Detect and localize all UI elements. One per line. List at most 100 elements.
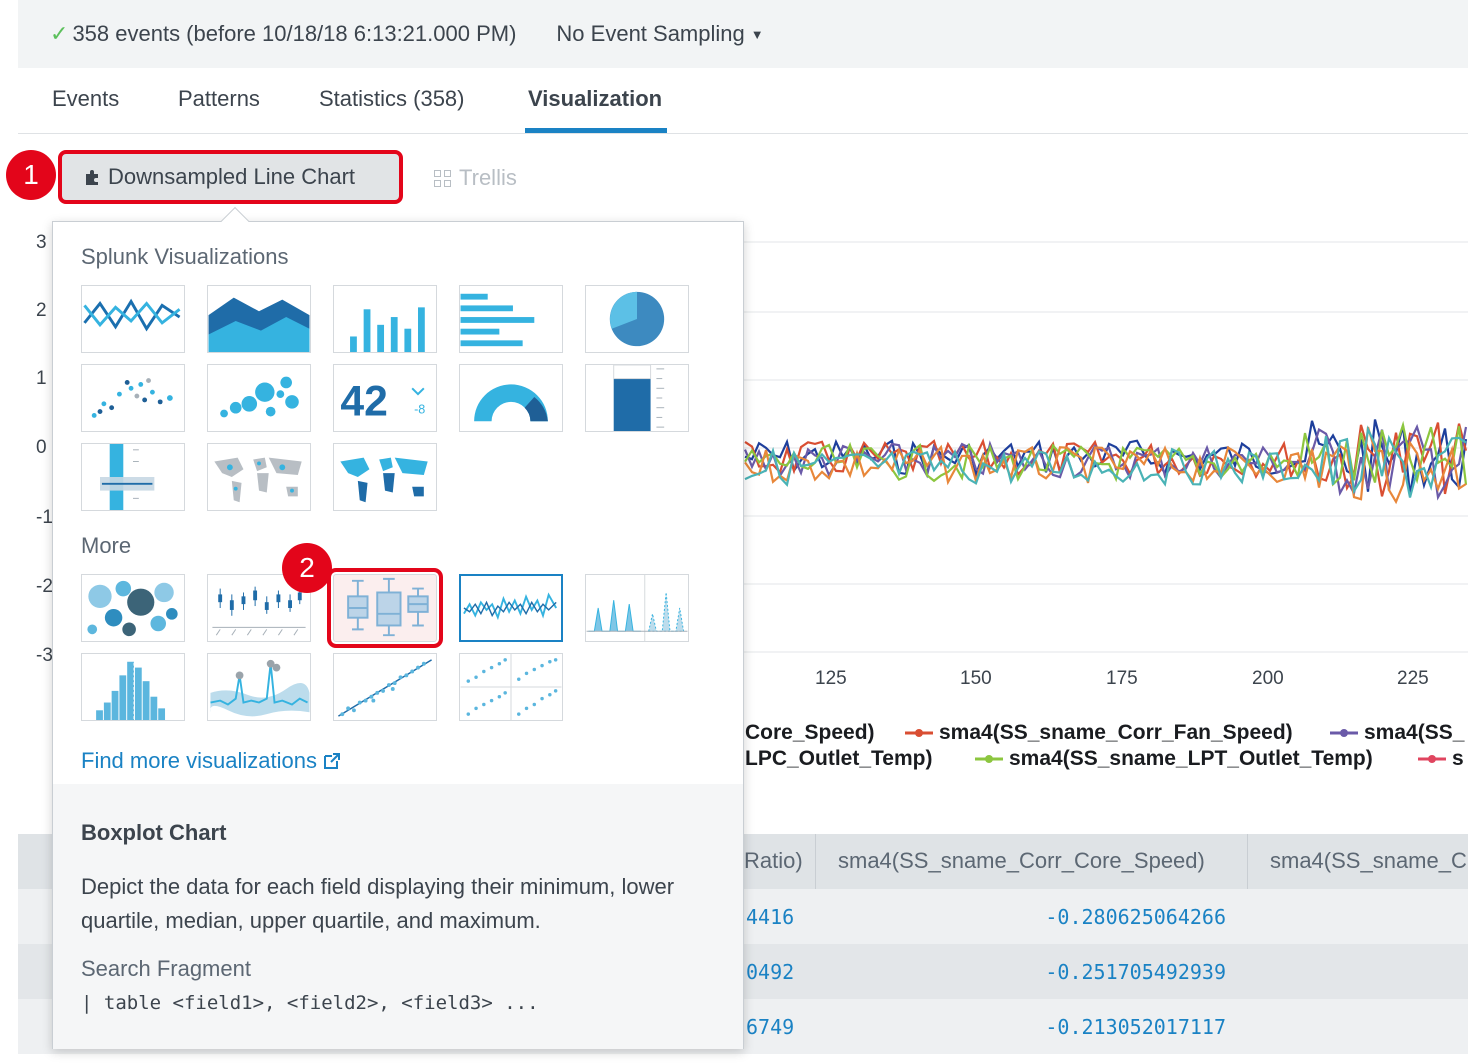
popover-arrow <box>220 206 250 236</box>
status-bar: ✓ 358 events (before 10/18/18 6:13:21.00… <box>18 0 1468 68</box>
cluster-map-tile[interactable] <box>207 443 311 511</box>
scatter-chart-tile[interactable] <box>81 364 185 432</box>
x-tick-label: 175 <box>1106 668 1138 689</box>
legend-item[interactable]: Core_Speed) <box>745 721 875 745</box>
marker-gauge-tile[interactable] <box>81 443 185 511</box>
visualization-picker-popover: Splunk Visualizations 42 -8 More Find mo… <box>52 206 744 1049</box>
tab-events[interactable]: Events <box>52 86 119 112</box>
legend-item[interactable]: sma4(SS_sname_LPT_Outlet_Temp) <box>975 747 1373 771</box>
histogram-chart-tile[interactable] <box>81 653 185 721</box>
section-title-splunk: Splunk Visualizations <box>81 244 289 269</box>
cluster-map-icon <box>214 457 302 503</box>
results-tabs: Events Patterns Statistics (358) Visuali… <box>18 68 1468 134</box>
y-tick-label: -1 <box>36 507 53 528</box>
legend-item[interactable]: sma4(SS_ <box>1330 721 1464 745</box>
event-count: 358 events (before 10/18/18 6:13:21.000 … <box>72 21 517 46</box>
legend-label: Core_Speed) <box>745 721 875 744</box>
line-chart-tile[interactable] <box>81 285 185 353</box>
scatterplot-matrix-tile[interactable] <box>459 653 563 721</box>
legend-marker-icon <box>975 755 1003 764</box>
marker-gauge-icon <box>100 444 155 510</box>
horizon-chart-tile[interactable] <box>585 574 689 642</box>
pie-chart-tile[interactable] <box>585 285 689 353</box>
outliers-chart-tile[interactable] <box>207 653 311 721</box>
column-header[interactable]: sma4(SS_sname_C <box>1270 848 1467 874</box>
trellis-icon <box>434 169 451 187</box>
column-chart-tile[interactable] <box>333 285 437 353</box>
x-tick-label: 150 <box>960 668 992 689</box>
y-tick-label: 1 <box>36 368 47 389</box>
tab-patterns[interactable]: Patterns <box>178 86 260 112</box>
legend-item[interactable]: LPC_Outlet_Temp) <box>745 747 932 771</box>
table-cell: -0.213052017117 <box>1045 1015 1226 1039</box>
line-chart-icon <box>83 298 181 332</box>
bubble-chart-tile[interactable] <box>207 364 311 432</box>
external-link-icon <box>323 753 340 769</box>
visualization-description-panel: Boxplot Chart Depict the data for each f… <box>53 784 743 1049</box>
filler-gauge-tile[interactable] <box>585 364 689 432</box>
legend-item[interactable]: sma4(SS_sname_Corr_Fan_Speed) <box>905 721 1293 745</box>
radial-gauge-tile[interactable] <box>459 364 563 432</box>
choropleth-map-tile[interactable] <box>333 443 437 511</box>
y-tick-label: 3 <box>36 232 47 253</box>
visualization-picker-button[interactable]: Downsampled Line Chart <box>58 150 403 204</box>
search-fragment-code: | table <field1>, <field2>, <field3> ... <box>81 992 539 1014</box>
bubble-chart-more-tile[interactable] <box>81 574 185 642</box>
scatterplot-matrix-icon <box>460 654 562 720</box>
bubble-chart-more-icon <box>87 580 178 637</box>
choropleth-map-icon <box>340 457 428 503</box>
downsampled-line-chart-icon <box>463 592 557 621</box>
legend-label: LPC_Outlet_Temp) <box>745 747 933 770</box>
active-tab-indicator <box>525 128 667 133</box>
checkmark-icon: ✓ <box>50 21 69 46</box>
y-tick-label: 2 <box>36 300 47 321</box>
single-value-icon: 42 -8 <box>340 377 425 425</box>
area-chart-icon <box>208 297 310 352</box>
bubble-chart-icon <box>220 376 299 418</box>
trellis-button[interactable]: Trellis <box>434 165 517 191</box>
caret-down-icon: ▼ <box>750 26 764 42</box>
visualization-picker-label: Downsampled Line Chart <box>108 164 356 189</box>
legend-marker-icon <box>905 729 933 738</box>
legend-label: sma4(SS_sname_LPT_Outlet_Temp) <box>1009 747 1373 770</box>
pie-chart-icon <box>609 291 665 347</box>
callout-badge-2: 2 <box>282 543 332 593</box>
legend-item[interactable]: s <box>1418 747 1464 771</box>
table-cell: 6749 <box>746 1015 795 1039</box>
event-sampling-label: No Event Sampling <box>556 21 745 46</box>
legend-label: sma4(SS_sname_Corr_Fan_Speed) <box>939 721 1293 744</box>
horizon-chart-icon <box>586 575 688 641</box>
scatterline-chart-tile[interactable] <box>333 653 437 721</box>
downsampled-line-chart-tile[interactable] <box>459 574 563 642</box>
histogram-chart-icon <box>96 657 166 720</box>
bar-chart-icon <box>460 293 535 347</box>
y-tick-label: 0 <box>36 437 47 458</box>
column-header[interactable]: sma4(SS_sname_Corr_Core_Speed) <box>838 848 1205 874</box>
single-value-number: 42 <box>340 377 387 425</box>
event-sampling-dropdown[interactable]: No Event Sampling ▼ <box>556 21 763 47</box>
filler-gauge-icon <box>613 365 665 431</box>
scatterline-chart-icon <box>338 659 432 717</box>
bar-chart-tile[interactable] <box>459 285 563 353</box>
area-chart-tile[interactable] <box>207 285 311 353</box>
find-more-visualizations-link[interactable]: Find more visualizations <box>81 748 341 774</box>
y-tick-label: -2 <box>36 576 53 597</box>
column-header[interactable]: Ratio) <box>744 848 803 874</box>
y-tick-label: -3 <box>36 645 53 666</box>
outliers-chart-icon <box>210 659 310 717</box>
tab-statistics[interactable]: Statistics (358) <box>319 86 465 112</box>
legend-marker-icon <box>1418 755 1446 764</box>
boxplot-chart-tile[interactable] <box>327 568 443 648</box>
table-cell: 0492 <box>746 960 795 984</box>
trellis-label: Trellis <box>459 165 517 190</box>
search-fragment-title: Search Fragment <box>81 956 251 981</box>
table-cell: 4416 <box>746 905 795 929</box>
description-text: Depict the data for each field displayin… <box>81 874 675 933</box>
single-value-tile[interactable]: 42 -8 <box>333 364 437 432</box>
tab-visualization[interactable]: Visualization <box>528 86 662 112</box>
x-tick-label: 200 <box>1252 668 1284 689</box>
radial-gauge-icon <box>474 384 548 422</box>
legend-label: sma4(SS_ <box>1364 721 1465 744</box>
column-chart-icon <box>350 307 425 352</box>
description-title: Boxplot Chart <box>81 820 227 845</box>
